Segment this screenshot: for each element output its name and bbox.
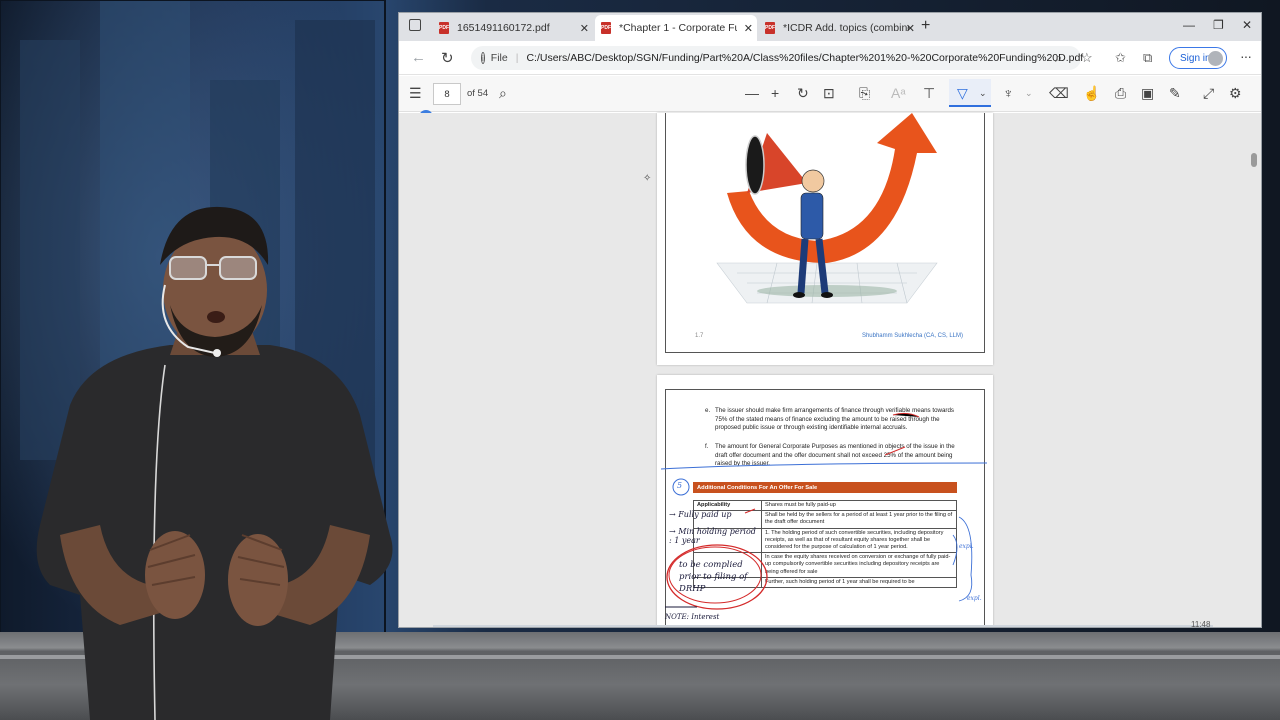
pdf-toolbar: ☰ 8 of 54 ⌕ — + ↻ ⊡ ⎘ Aᵃ ⊤ ▽ ⌄ ♆ ⌄ ⌫ ☝ ⎙… (399, 76, 1261, 124)
tab-label: *Chapter 1 - Corporate Funding (619, 22, 737, 34)
new-tab-icon[interactable]: + (921, 17, 930, 35)
pdf-viewer[interactable]: ✧ 1.7 Shubhamm Sukhlecha (CA, CS, LLM) e… (399, 113, 1261, 628)
announcement-illustration (716, 113, 938, 304)
pdf-page-text: e. The issuer should make firm arrangeme… (657, 375, 993, 627)
zoom-out-icon[interactable]: — (745, 85, 759, 101)
maximize-icon[interactable]: ❐ (1213, 18, 1224, 32)
author-credit: Shubhamm Sukhlecha (CA, CS, LLM) (861, 333, 963, 339)
favorite-icon[interactable]: ☆ (1081, 50, 1093, 66)
find-icon[interactable]: ⌕ (499, 85, 507, 102)
handwritten-note: → Min holding period : 1 year (669, 527, 756, 545)
print-icon[interactable]: ⎙ (1115, 85, 1126, 102)
save-as-icon[interactable]: ✎ (1169, 85, 1181, 102)
pdf-file-icon: PDF (601, 22, 611, 34)
sparkle-icon: ✧ (643, 173, 652, 184)
address-bar: ← ↻ i File | C:/Users/ABC/Desktop/SGN/Fu… (399, 41, 1261, 75)
handwritten-note: → Fully paid up (669, 510, 732, 519)
clock-time: 11:48 (1191, 620, 1211, 628)
rotate-icon[interactable]: ↻ (797, 85, 809, 102)
pdf-page-image: 1.7 Shubhamm Sukhlecha (CA, CS, LLM) (657, 113, 993, 365)
sign-in-label: Sign in (1180, 52, 1211, 64)
tab-chapter-1[interactable]: PDF *Chapter 1 - Corporate Funding ✕ (595, 15, 757, 41)
highlight-icon[interactable]: ♆ (1003, 85, 1014, 101)
chevron-down-icon[interactable]: ⌄ (1025, 88, 1033, 99)
presenter (36, 206, 393, 720)
tab-strip: PDF 1651491160172.pdf ✕ PDF *Chapter 1 -… (399, 13, 1261, 41)
vertical-scrollbar[interactable] (1251, 153, 1257, 167)
handwritten-note: NOTE: Interest (665, 613, 720, 621)
pdf-file-icon: PDF (439, 22, 449, 34)
zoom-icon[interactable]: ⌕ (1055, 50, 1062, 66)
browser-window: PDF 1651491160172.pdf ✕ PDF *Chapter 1 -… (398, 12, 1262, 628)
draw-icon[interactable]: ▽ (957, 85, 968, 102)
tab-icdr[interactable]: PDF *ICDR Add. topics (combine).pdf ✕ (759, 15, 919, 41)
more-options-icon[interactable]: ··· (1240, 48, 1252, 64)
page-view-icon[interactable]: ⎘ (859, 85, 870, 102)
tab-label: *ICDR Add. topics (combine).pdf (783, 22, 909, 34)
touch-icon[interactable]: ☝ (1083, 85, 1100, 102)
full-screen-icon[interactable]: ⤢ (1203, 85, 1214, 102)
avatar (1208, 51, 1223, 66)
close-icon[interactable]: ✕ (744, 22, 753, 35)
page-number: 1.7 (695, 333, 704, 339)
settings-icon[interactable]: ⚙ (1229, 85, 1242, 102)
url-input[interactable]: i File | C:/Users/ABC/Desktop/SGN/Fundin… (471, 46, 1084, 70)
pdf-file-icon: PDF (765, 22, 775, 34)
collections-icon[interactable]: ⧉ (1143, 50, 1152, 66)
page-total: of 54 (467, 88, 489, 99)
contents-icon[interactable]: ☰ (409, 85, 422, 102)
tab-pdf-1[interactable]: PDF 1651491160172.pdf ✕ (433, 15, 593, 41)
url-text: C:/Users/ABC/Desktop/SGN/Funding/Part%20… (526, 52, 1084, 64)
close-icon[interactable]: ✕ (906, 22, 915, 35)
info-icon[interactable]: i (481, 52, 485, 64)
back-icon[interactable]: ← (411, 49, 426, 66)
erase-icon[interactable]: ⌫ (1049, 85, 1069, 102)
chevron-down-icon[interactable]: ⌄ (979, 88, 987, 99)
close-window-icon[interactable]: ✕ (1242, 18, 1252, 32)
zoom-in-icon[interactable]: + (771, 85, 779, 101)
margin-note: expl. (959, 543, 974, 550)
fit-page-icon[interactable]: ⊡ (823, 85, 835, 102)
separator: | (515, 52, 519, 64)
handwritten-circled-note: to be complied prior to filing of DRHP (679, 560, 748, 594)
page-number-input[interactable]: 8 (433, 83, 461, 105)
reload-icon[interactable]: ↻ (441, 49, 454, 67)
save-icon[interactable]: ▣ (1141, 85, 1154, 102)
step-number: 5 (677, 481, 683, 490)
tab-label: 1651491160172.pdf (457, 22, 550, 34)
read-aloud-icon[interactable]: Aᵃ (891, 85, 906, 101)
sign-in-button[interactable]: Sign in (1169, 47, 1227, 69)
horizontal-scrollbar[interactable] (433, 625, 1213, 627)
close-icon[interactable]: ✕ (580, 22, 589, 35)
tab-actions-icon[interactable] (409, 19, 421, 31)
favorites-bar-icon[interactable]: ✩ (1115, 50, 1126, 66)
scheme-label: File (490, 52, 508, 64)
minimize-icon[interactable]: — (1183, 18, 1195, 32)
margin-note: expl. (967, 595, 982, 602)
add-text-icon[interactable]: ⊤ (923, 85, 935, 102)
